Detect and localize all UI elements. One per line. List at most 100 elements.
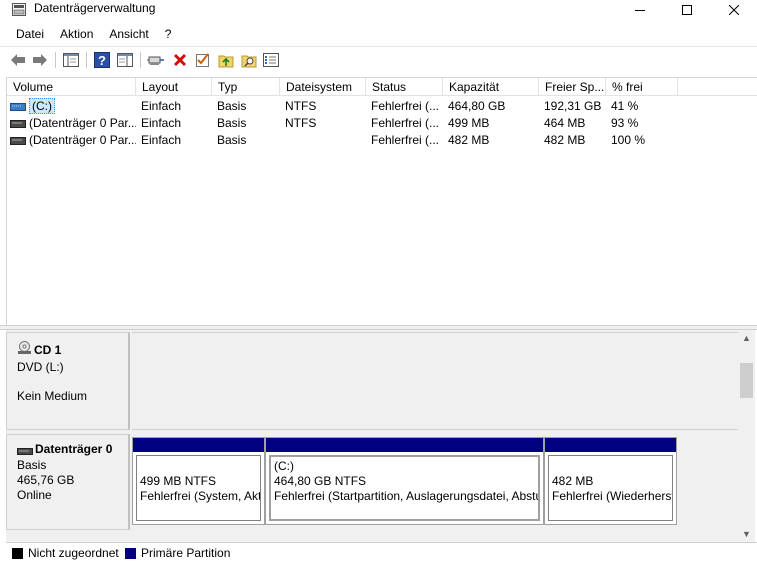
disk0-name: Datenträger 0 [35,442,113,456]
scroll-down-icon[interactable]: ▼ [742,529,751,539]
legend-primary-partition: Primäre Partition [141,546,231,560]
disk0-state: Online [17,488,52,502]
search-folder-button[interactable] [240,51,258,69]
toolbar-separator [86,52,87,68]
folder-up-icon [218,55,234,68]
dateisystem-cell: NTFS [285,116,317,130]
toolbar: ? [0,46,757,72]
layout-cell: Einfach [141,99,182,113]
disk-graphical-view: CD 1 DVD (L:) Kein Medium Datenträger 0 … [6,330,738,542]
prozent-frei-cell: 41 % [611,99,639,113]
status-cell: Fehlerfrei (... [371,133,440,147]
partition-size: 482 MB [552,474,594,488]
partition-drive-icon [10,137,26,145]
search-folder-icon [241,55,257,68]
title-bar: Datenträgerverwaltung [0,0,757,20]
volume-name: (C:) [29,98,55,114]
primary-partition-bar [545,438,676,452]
minimize-button[interactable] [617,0,663,20]
help-button[interactable]: ? [93,51,111,69]
kapazitaet-cell: 482 MB [448,133,490,147]
disk0-type: Basis [17,458,47,472]
volume-list-header: Volume Layout Typ Dateisystem Status Kap… [7,78,757,96]
column-header-prozent-frei[interactable]: % frei [606,78,678,96]
toolbar-separator [140,52,141,68]
primary-partition-swatch [125,548,136,559]
folder-up-button[interactable] [217,51,235,69]
volume-cell: (Datenträger 0 Par... [7,131,136,148]
settings-list-icon [263,53,279,67]
primary-partition-bar [133,438,264,452]
minimize-icon [635,10,645,11]
delete-button[interactable] [171,51,189,69]
disk0-size: 465,76 GB [17,473,75,487]
column-header-volume[interactable]: Volume [7,78,136,96]
typ-cell: Basis [217,133,247,147]
partition-label: (C:) [274,459,294,473]
partition-status: Fehlerfrei (Startpartition, Auslagerungs… [274,489,540,503]
partition-status: Fehlerfrei (System, Akt [140,489,261,503]
partition-size: 464,80 GB NTFS [274,474,367,488]
volume-cell: (C:) [7,97,136,114]
freier-speicher-cell: 192,31 GB [544,99,602,113]
volume-name: (Datenträger 0 Par... [29,133,136,147]
column-header-layout[interactable]: Layout [136,78,212,96]
help-icon: ? [94,52,110,68]
svg-text:?: ? [98,53,106,68]
column-header-freier-speicher[interactable]: Freier Sp... [539,78,606,96]
table-row[interactable]: (C:) Einfach Basis NTFS Fehlerfrei (... … [7,97,757,114]
forward-button[interactable] [31,51,49,69]
dateisystem-cell: NTFS [285,99,317,113]
kapazitaet-cell: 499 MB [448,116,490,130]
column-header-dateisystem[interactable]: Dateisystem [280,78,366,96]
toolbar-separator [55,52,56,68]
layout-cell: Einfach [141,116,182,130]
disk0-header[interactable]: Datenträger 0 Basis 465,76 GB Online [6,434,130,530]
scroll-up-icon[interactable]: ▲ [742,333,751,343]
typ-cell: Basis [217,99,247,113]
menu-aktion[interactable]: Aktion [52,24,101,44]
scrollbar-thumb[interactable] [740,363,753,398]
check-icon [196,53,209,67]
show-hide-console-tree-button[interactable] [62,51,80,69]
settings-list-button[interactable] [262,51,280,69]
maximize-icon [682,5,692,15]
volume-cell: (Datenträger 0 Par... [7,114,136,131]
cd1-header[interactable]: CD 1 DVD (L:) Kein Medium [6,332,130,430]
cd1-name: CD 1 [34,343,62,357]
check-button[interactable] [194,51,212,69]
partition-c[interactable]: (C:) 464,80 GB NTFS Fehlerfrei (Startpar… [265,437,544,525]
typ-cell: Basis [217,116,247,130]
vertical-scrollbar[interactable]: ▲ ▼ [738,330,755,542]
partition-recovery[interactable]: 482 MB Fehlerfrei (Wiederherst [544,437,677,525]
menu-ansicht[interactable]: Ansicht [101,24,156,44]
forward-arrow-icon [33,54,47,66]
back-button[interactable] [9,51,27,69]
menu-help[interactable]: ? [157,24,180,44]
column-header-status[interactable]: Status [366,78,443,96]
delete-icon [173,53,187,67]
disk-management-app-icon [12,3,26,16]
close-button[interactable] [711,0,757,20]
table-row[interactable]: (Datenträger 0 Par... Einfach Basis NTFS… [7,114,757,131]
hard-disk-icon [17,448,33,455]
volume-drive-icon [10,103,26,111]
connect-icon [147,56,164,65]
prozent-frei-cell: 100 % [611,133,646,147]
table-row[interactable]: (Datenträger 0 Par... Einfach Basis Fehl… [7,131,757,148]
window-title: Datenträgerverwaltung [34,1,156,15]
partition-system[interactable]: 499 MB NTFS Fehlerfrei (System, Akt [132,437,265,525]
volume-list[interactable]: Volume Layout Typ Dateisystem Status Kap… [6,77,757,326]
status-cell: Fehlerfrei (... [371,99,440,113]
properties-pane-button[interactable] [116,51,134,69]
column-header-kapazitaet[interactable]: Kapazität [443,78,539,96]
prozent-frei-cell: 93 % [611,116,639,130]
cd1-media-area[interactable] [132,332,738,430]
column-header-typ[interactable]: Typ [212,78,280,96]
maximize-button[interactable] [664,0,710,20]
legend-unallocated: Nicht zugeordnet [28,546,119,560]
menu-datei[interactable]: Datei [0,24,52,44]
layout-cell: Einfach [141,133,182,147]
connect-button[interactable] [147,51,165,69]
partition-body: 482 MB Fehlerfrei (Wiederherst [548,455,673,521]
